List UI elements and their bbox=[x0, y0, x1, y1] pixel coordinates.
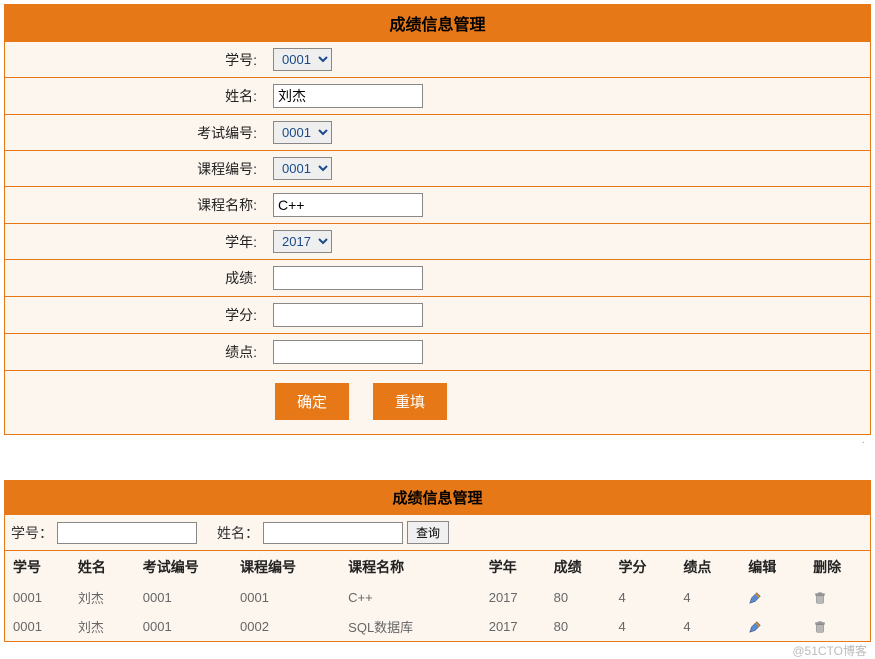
delete-icon[interactable] bbox=[813, 620, 827, 634]
edit-icon[interactable] bbox=[748, 620, 762, 634]
search-button[interactable]: 查询 bbox=[407, 521, 449, 544]
grade-form-panel: 成绩信息管理 学号: 0001 姓名: 考试编号: 0001 课程编号: 000… bbox=[4, 4, 871, 435]
label-course-name: 课程名称: bbox=[5, 195, 265, 215]
select-exam-id[interactable]: 0001 bbox=[273, 121, 332, 144]
input-credit[interactable] bbox=[273, 303, 423, 327]
col-course: 课程编号 bbox=[232, 551, 340, 584]
input-gpa[interactable] bbox=[273, 340, 423, 364]
input-course-name[interactable] bbox=[273, 193, 423, 217]
col-credit: 学分 bbox=[610, 551, 675, 584]
col-cname: 课程名称 bbox=[340, 551, 481, 584]
row-score: 成绩: bbox=[5, 259, 870, 296]
col-exam: 考试编号 bbox=[135, 551, 232, 584]
list-panel-title: 成绩信息管理 bbox=[5, 481, 870, 514]
label-student-id: 学号: bbox=[5, 50, 265, 70]
tiny-mark: · bbox=[4, 435, 871, 450]
label-name: 姓名: bbox=[5, 86, 265, 106]
col-name: 姓名 bbox=[70, 551, 135, 584]
row-year: 学年: 2017 bbox=[5, 223, 870, 259]
col-del: 删除 bbox=[805, 551, 870, 584]
reset-button[interactable]: 重填 bbox=[373, 383, 447, 420]
panel-title: 成绩信息管理 bbox=[5, 5, 870, 41]
cell-year: 2017 bbox=[481, 583, 546, 612]
select-course-id[interactable]: 0001 bbox=[273, 157, 332, 180]
row-name: 姓名: bbox=[5, 77, 870, 114]
cell-exam: 0001 bbox=[135, 612, 232, 641]
label-year: 学年: bbox=[5, 232, 265, 252]
search-id-input[interactable] bbox=[57, 522, 197, 544]
input-name[interactable] bbox=[273, 84, 423, 108]
search-name-label: 姓名： bbox=[217, 523, 259, 543]
cell-year: 2017 bbox=[481, 612, 546, 641]
cell-edit bbox=[740, 583, 805, 612]
row-student-id: 学号: 0001 bbox=[5, 41, 870, 77]
table-row: 0001刘杰00010002SQL数据库20178044 bbox=[5, 612, 870, 641]
cell-name: 刘杰 bbox=[70, 583, 135, 612]
cell-name: 刘杰 bbox=[70, 612, 135, 641]
ok-button[interactable]: 确定 bbox=[275, 383, 349, 420]
label-course-id: 课程编号: bbox=[5, 159, 265, 179]
row-course-name: 课程名称: bbox=[5, 186, 870, 223]
input-score[interactable] bbox=[273, 266, 423, 290]
search-bar: 学号： 姓名： 查询 bbox=[5, 514, 870, 550]
label-exam-id: 考试编号: bbox=[5, 123, 265, 143]
button-bar: 确定 重填 bbox=[5, 370, 870, 434]
cell-id: 0001 bbox=[5, 583, 70, 612]
col-edit: 编辑 bbox=[740, 551, 805, 584]
row-exam-id: 考试编号: 0001 bbox=[5, 114, 870, 150]
search-id-label: 学号： bbox=[11, 523, 53, 543]
cell-id: 0001 bbox=[5, 612, 70, 641]
row-course-id: 课程编号: 0001 bbox=[5, 150, 870, 186]
cell-credit: 4 bbox=[610, 612, 675, 641]
watermark: @51CTO博客 bbox=[792, 642, 867, 659]
cell-gpa: 4 bbox=[675, 583, 740, 612]
cell-score: 80 bbox=[546, 583, 611, 612]
grade-table: 学号 姓名 考试编号 课程编号 课程名称 学年 成绩 学分 绩点 编辑 删除 0… bbox=[5, 550, 870, 641]
cell-del bbox=[805, 583, 870, 612]
label-credit: 学分: bbox=[5, 305, 265, 325]
grade-list-panel: 成绩信息管理 学号： 姓名： 查询 学号 姓名 考试编号 课程编号 课程名称 学… bbox=[4, 480, 871, 642]
cell-cname: C++ bbox=[340, 583, 481, 612]
select-year[interactable]: 2017 bbox=[273, 230, 332, 253]
edit-icon[interactable] bbox=[748, 591, 762, 605]
cell-edit bbox=[740, 612, 805, 641]
col-year: 学年 bbox=[481, 551, 546, 584]
col-id: 学号 bbox=[5, 551, 70, 584]
label-gpa: 绩点: bbox=[5, 342, 265, 362]
col-score: 成绩 bbox=[546, 551, 611, 584]
table-row: 0001刘杰00010001C++20178044 bbox=[5, 583, 870, 612]
cell-course: 0002 bbox=[232, 612, 340, 641]
select-student-id[interactable]: 0001 bbox=[273, 48, 332, 71]
delete-icon[interactable] bbox=[813, 591, 827, 605]
cell-credit: 4 bbox=[610, 583, 675, 612]
table-header-row: 学号 姓名 考试编号 课程编号 课程名称 学年 成绩 学分 绩点 编辑 删除 bbox=[5, 551, 870, 584]
search-name-input[interactable] bbox=[263, 522, 403, 544]
cell-del bbox=[805, 612, 870, 641]
cell-score: 80 bbox=[546, 612, 611, 641]
cell-cname: SQL数据库 bbox=[340, 612, 481, 641]
cell-exam: 0001 bbox=[135, 583, 232, 612]
col-gpa: 绩点 bbox=[675, 551, 740, 584]
label-score: 成绩: bbox=[5, 268, 265, 288]
row-gpa: 绩点: bbox=[5, 333, 870, 370]
cell-gpa: 4 bbox=[675, 612, 740, 641]
cell-course: 0001 bbox=[232, 583, 340, 612]
row-credit: 学分: bbox=[5, 296, 870, 333]
